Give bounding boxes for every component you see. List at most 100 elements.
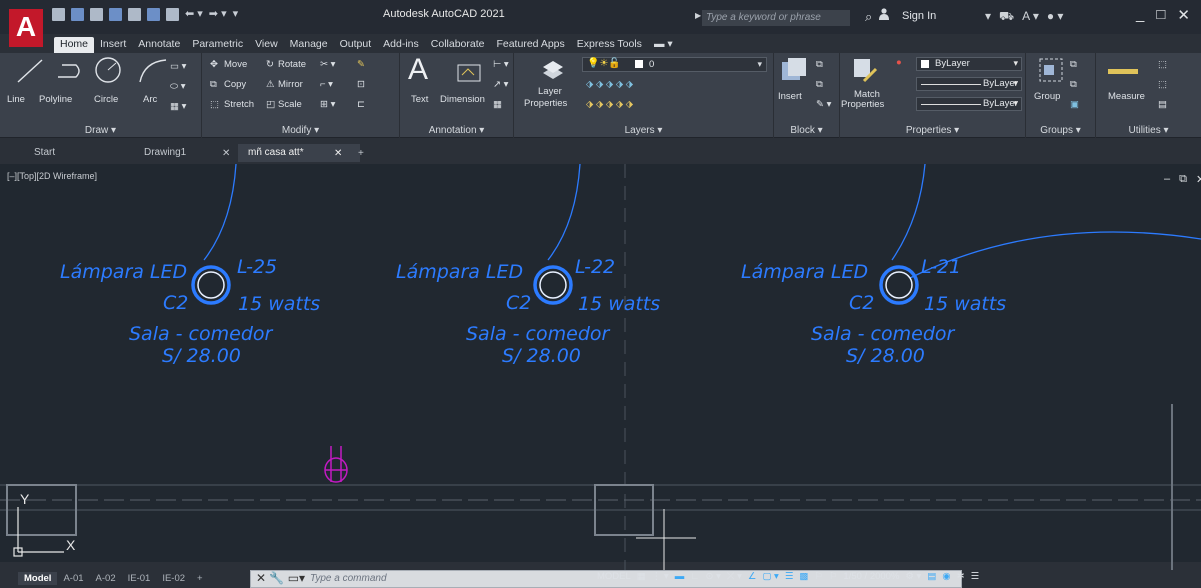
tab-view[interactable]: View xyxy=(249,37,284,53)
annotation-monitor-icon[interactable]: ▤ xyxy=(927,571,936,582)
id-point-icon[interactable]: ⬚ xyxy=(1158,79,1167,90)
layout-tab-ie01[interactable]: IE-01 xyxy=(122,572,157,585)
polar-icon[interactable]: ⊙ ▾ xyxy=(706,571,721,582)
close-tab-icon[interactable]: ✕ xyxy=(334,145,342,163)
open-file-icon[interactable] xyxy=(71,8,84,21)
move-label[interactable]: Move xyxy=(224,59,247,70)
tab-express-tools[interactable]: Express Tools xyxy=(571,37,648,53)
match-properties-icon[interactable] xyxy=(852,57,878,83)
calculator-icon[interactable]: ▤ xyxy=(1158,99,1167,110)
isolate-objects-icon[interactable]: ◉ xyxy=(942,571,950,582)
layer-tools-row-1[interactable]: ⬗ ⬗ ⬗ ⬗ ⬗ xyxy=(586,79,633,90)
annotation-scale-icon[interactable]: ⚐ xyxy=(829,571,838,582)
table-icon[interactable]: ▦ xyxy=(493,99,502,110)
save-icon[interactable] xyxy=(90,8,103,21)
lineweight-icon[interactable]: ☰ xyxy=(785,571,794,582)
annotation-visibility-icon[interactable]: ⚐ xyxy=(814,571,823,582)
isodraft-icon[interactable]: ⤫ ▾ xyxy=(727,571,742,582)
close-tab-icon[interactable]: ✕ xyxy=(222,145,230,163)
maximize-icon[interactable]: □ xyxy=(1156,6,1165,24)
edit-block-icon[interactable]: ⧉ xyxy=(816,79,823,90)
object-snap-icon[interactable]: ▢ ▾ xyxy=(762,571,778,582)
modify-panel-title[interactable]: Modify ▾ xyxy=(202,125,399,136)
tab-parametric[interactable]: Parametric xyxy=(186,37,249,53)
explode-icon[interactable]: ⊡ xyxy=(357,79,365,90)
customization-menu-icon[interactable]: ☰ xyxy=(971,571,980,582)
print-icon[interactable] xyxy=(166,8,179,21)
ortho-icon[interactable]: ∟ xyxy=(690,571,699,582)
polyline-icon[interactable] xyxy=(52,59,84,83)
copy-label[interactable]: Copy xyxy=(224,79,246,90)
arc-label[interactable]: Arc xyxy=(143,94,157,105)
properties-label[interactable]: Properties xyxy=(841,99,884,110)
measure-icon[interactable] xyxy=(1108,69,1138,74)
draw-panel-title[interactable]: Draw ▾ xyxy=(0,125,201,136)
outlet-symbol[interactable] xyxy=(324,446,348,483)
customize-qat-icon[interactable]: ▾ xyxy=(233,8,239,26)
ribbon-toggle-icon[interactable]: ▬ ▾ xyxy=(648,37,679,53)
cart-icon[interactable]: ⛟ xyxy=(999,9,1014,25)
group-select-icon[interactable]: ▣ xyxy=(1070,99,1079,110)
annotation-panel-title[interactable]: Annotation ▾ xyxy=(400,125,513,136)
object-snap-tracking-icon[interactable]: ∠ xyxy=(748,571,757,582)
new-file-icon[interactable] xyxy=(52,8,65,21)
quick-select-icon[interactable]: ⬚ xyxy=(1158,59,1167,70)
tab-manage[interactable]: Manage xyxy=(284,37,334,53)
color-wheel-icon[interactable]: ● xyxy=(896,57,902,68)
mirror-icon[interactable]: ⚠ xyxy=(266,79,275,90)
create-block-icon[interactable]: ⧉ xyxy=(816,59,823,70)
block-panel-title[interactable]: Block ▾ xyxy=(774,125,839,136)
web-mobile-icon[interactable] xyxy=(128,8,141,21)
tab-add-ins[interactable]: Add-ins xyxy=(377,37,425,53)
text-icon[interactable]: A xyxy=(408,53,428,87)
insert-label[interactable]: Insert xyxy=(778,91,802,102)
arc-icon[interactable] xyxy=(138,58,168,84)
add-layout-button[interactable]: + xyxy=(191,572,209,585)
circle-icon[interactable] xyxy=(94,56,122,84)
leader-icon[interactable]: ↗ ▾ xyxy=(493,79,508,90)
sign-in-button[interactable]: Sign In xyxy=(902,10,936,22)
rotate-icon[interactable]: ↻ xyxy=(266,59,274,70)
block-attribute-icon[interactable]: ✎ ▾ xyxy=(816,99,831,110)
layer-tools-row-2[interactable]: ⬗ ⬗ ⬗ ⬗ ⬗ xyxy=(586,99,633,110)
group-icon[interactable] xyxy=(1038,57,1064,83)
help-icon[interactable]: ● ▾ xyxy=(1047,9,1064,25)
lineweight-dropdown[interactable]: ByLayer ▾ xyxy=(916,97,1022,111)
close-command-icon[interactable]: ✕ xyxy=(256,571,266,585)
scale-icon[interactable]: ◰ xyxy=(266,99,275,110)
properties-panel-title[interactable]: Properties ▾ xyxy=(840,125,1025,136)
search-icon[interactable]: ⌕ xyxy=(865,9,872,25)
linetype-dropdown[interactable]: ByLayer ▾ xyxy=(916,77,1022,91)
fillet-icon[interactable]: ⌐ ▾ xyxy=(320,79,333,90)
scale-label[interactable]: Scale xyxy=(278,99,302,110)
workspace-gear-icon[interactable]: ⚙ ▾ xyxy=(905,571,921,582)
new-tab-icon[interactable]: + xyxy=(354,145,368,163)
tab-start[interactable]: Start xyxy=(24,144,134,162)
close-icon[interactable]: ✕ xyxy=(1177,6,1190,24)
hatch-icon[interactable]: ▦ ▾ xyxy=(170,101,186,112)
dimension-label[interactable]: Dimension xyxy=(440,94,485,105)
text-label[interactable]: Text xyxy=(411,94,428,105)
mirror-label[interactable]: Mirror xyxy=(278,79,303,90)
plot-icon[interactable] xyxy=(147,8,160,21)
insert-block-icon[interactable] xyxy=(780,56,808,84)
infer-constraints-icon[interactable]: ▬ xyxy=(675,571,685,582)
group-edit-icon[interactable]: ⧉ xyxy=(1070,79,1077,90)
layer-properties-label-2[interactable]: Properties xyxy=(524,98,567,109)
layer-dropdown[interactable]: 💡☀🔓 0 ▾ xyxy=(582,57,767,72)
save-as-icon[interactable] xyxy=(109,8,122,21)
rectangle-icon[interactable]: ▭ ▾ xyxy=(170,61,186,72)
redo-icon[interactable]: ➡ ▾ xyxy=(209,8,227,26)
polyline-label[interactable]: Polyline xyxy=(39,94,72,105)
color-dropdown[interactable]: ByLayer ▾ xyxy=(916,57,1022,71)
layer-properties-label[interactable]: Layer xyxy=(538,86,562,97)
erase-icon[interactable]: ✎ xyxy=(357,59,365,70)
measure-label[interactable]: Measure xyxy=(1108,91,1145,102)
tab-collaborate[interactable]: Collaborate xyxy=(425,37,491,53)
offset-icon[interactable]: ⊏ xyxy=(357,99,365,110)
groups-panel-title[interactable]: Groups ▾ xyxy=(1026,125,1095,136)
line-label[interactable]: Line xyxy=(7,94,25,105)
tab-featured-apps[interactable]: Featured Apps xyxy=(490,37,570,53)
hardware-acceleration-icon[interactable]: ✲ xyxy=(957,571,965,582)
tab-insert[interactable]: Insert xyxy=(94,37,132,53)
